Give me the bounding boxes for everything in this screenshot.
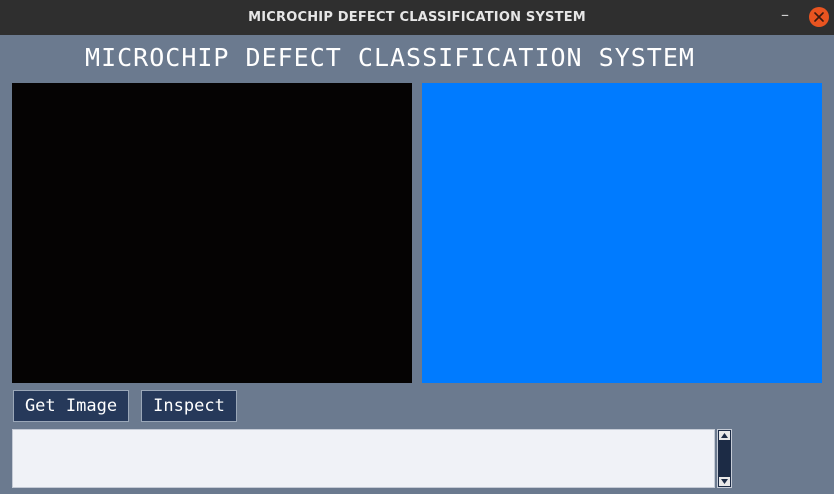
close-icon: [814, 12, 824, 22]
app-window: MICROCHIP DEFECT CLASSIFICATION SYSTEM G…: [0, 35, 834, 494]
minimize-button[interactable]: –: [776, 7, 794, 26]
get-image-button[interactable]: Get Image: [13, 390, 129, 422]
window-titlebar: MICROCHIP DEFECT CLASSIFICATION SYSTEM –: [0, 0, 834, 35]
result-image-panel: [422, 83, 822, 383]
inspect-button[interactable]: Inspect: [141, 390, 237, 422]
scroll-up-button[interactable]: [719, 431, 730, 440]
page-title: MICROCHIP DEFECT CLASSIFICATION SYSTEM: [85, 43, 695, 72]
scroll-down-button[interactable]: [719, 477, 730, 486]
window-title: MICROCHIP DEFECT CLASSIFICATION SYSTEM: [248, 10, 586, 25]
output-scrollbar[interactable]: [717, 429, 732, 488]
captured-image-panel: [12, 83, 412, 383]
output-text-area[interactable]: [12, 429, 715, 488]
arrow-up-icon: [721, 433, 728, 438]
close-button[interactable]: [809, 7, 829, 27]
arrow-down-icon: [721, 479, 728, 484]
